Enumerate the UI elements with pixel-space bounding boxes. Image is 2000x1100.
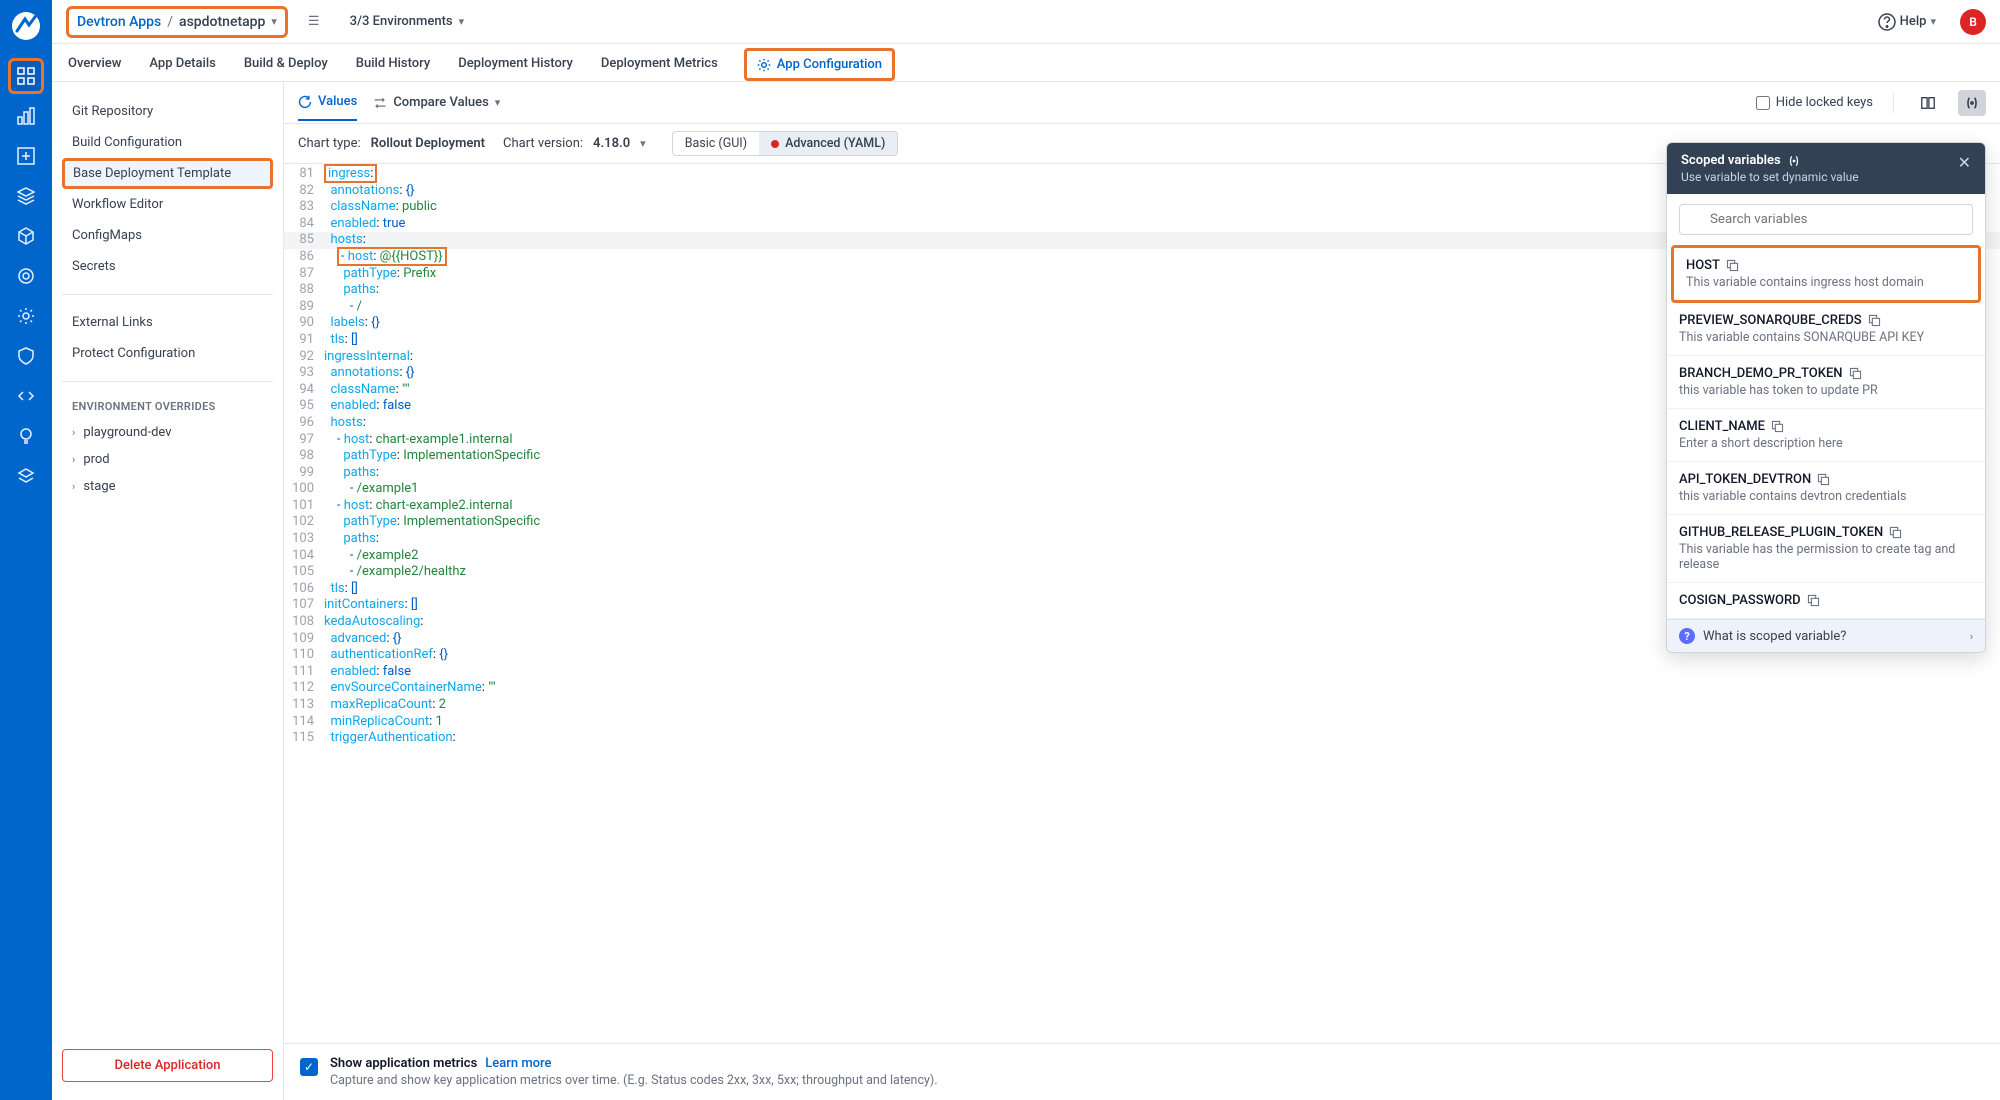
learn-more-link[interactable]: Learn more [485,1056,551,1071]
add-icon[interactable] [8,138,44,174]
tabbar: Overview App Details Build & Deploy Buil… [52,44,2000,82]
advanced-yaml-toggle[interactable]: Advanced (YAML) [759,132,897,155]
scoped-variables-panel: Scoped variables Use variable to set dyn… [1666,142,1986,653]
compare-icon [373,96,387,110]
global-sidebar [0,0,52,1100]
tab-deployment-metrics[interactable]: Deployment Metrics [599,46,720,81]
values-tab[interactable]: Values [298,84,357,121]
help-button[interactable]: Help ▾ [1878,13,1936,31]
chevron-down-icon: ▾ [459,15,465,28]
breadcrumb-app[interactable]: aspdotnetapp [179,14,265,30]
stack-icon[interactable] [8,178,44,214]
editor-pane: Values Compare Values ▾ Hide locked keys [284,82,2000,1100]
shield-icon[interactable] [8,338,44,374]
avatar[interactable]: B [1960,9,1986,35]
sidebar-item-external-links[interactable]: External Links [62,307,273,338]
code-icon[interactable] [8,378,44,414]
metrics-footer: ✓ Show application metrics Learn more Cap… [284,1043,2000,1100]
metrics-subtitle: Capture and show key application metrics… [330,1073,938,1088]
variable-item[interactable]: COSIGN_PASSWORD [1667,583,1985,619]
copy-icon[interactable] [1817,473,1830,486]
chevron-right-icon: › [72,480,75,493]
config-sidebar: Git Repository Build Configuration Base … [52,82,284,1100]
braces-icon [1787,154,1801,168]
metrics-checkbox[interactable]: ✓ [300,1058,318,1076]
variable-item[interactable]: HOSTThis variable contains ingress host … [1671,245,1981,303]
filter-icon[interactable]: ☰ [308,14,320,29]
sidebar-item-secrets[interactable]: Secrets [62,251,273,282]
tab-build-history[interactable]: Build History [354,46,432,81]
compare-values-tab[interactable]: Compare Values ▾ [373,85,500,120]
topbar: Devtron Apps / aspdotnetapp ▾ ☰ 3/3 Envi… [52,0,2000,44]
refresh-icon [298,95,312,109]
sidebar-item-configmaps[interactable]: ConfigMaps [62,220,273,251]
gear-icon[interactable] [8,298,44,334]
mode-toggle[interactable]: Basic (GUI) Advanced (YAML) [672,131,899,156]
chevron-down-icon[interactable]: ▾ [271,15,277,28]
devtron-logo[interactable] [6,6,46,46]
tab-overview[interactable]: Overview [66,46,123,81]
copy-icon[interactable] [1726,259,1739,272]
env-filter-label: 3/3 Environments [350,14,453,29]
panel-subtitle: Use variable to set dynamic value [1681,170,1958,184]
chevron-right-icon: › [72,453,75,466]
hide-locked-keys-checkbox[interactable]: Hide locked keys [1756,95,1873,110]
chart-icon[interactable] [8,98,44,134]
variable-item[interactable]: BRANCH_DEMO_PR_TOKENthis variable has to… [1667,356,1985,409]
question-icon: ? [1679,628,1695,644]
breadcrumb[interactable]: Devtron Apps / aspdotnetapp ▾ [66,6,288,38]
search-variables-input[interactable] [1679,204,1973,235]
env-item[interactable]: ›prod [62,446,273,473]
basic-gui-toggle[interactable]: Basic (GUI) [673,132,759,155]
variable-item[interactable]: CLIENT_NAMEEnter a short description her… [1667,409,1985,462]
delete-app-button[interactable]: Delete Application [62,1049,273,1082]
tab-build-deploy[interactable]: Build & Deploy [242,46,330,81]
copy-icon[interactable] [1807,594,1820,607]
variables-toggle-icon[interactable] [1958,90,1986,116]
chevron-right-icon: › [72,426,75,439]
apps-icon[interactable] [8,58,44,94]
chart-version-value[interactable]: 4.18.0 [593,136,630,151]
copy-icon[interactable] [1771,420,1784,433]
variable-item[interactable]: GITHUB_RELEASE_PLUGIN_TOKENThis variable… [1667,515,1985,583]
variable-item[interactable]: API_TOKEN_DEVTRONthis variable contains … [1667,462,1985,515]
sidebar-item-base-deployment[interactable]: Base Deployment Template [62,158,273,189]
tab-app-details[interactable]: App Details [147,46,217,81]
gear-icon [757,58,771,72]
sidebar-item-workflow[interactable]: Workflow Editor [62,189,273,220]
target-icon[interactable] [8,258,44,294]
panel-footer-help[interactable]: ? What is scoped variable? › [1667,619,1985,652]
chart-type-value: Rollout Deployment [371,136,485,151]
sidebar-item-protect-config[interactable]: Protect Configuration [62,338,273,369]
panel-title: Scoped variables [1681,153,1781,168]
close-icon[interactable]: ✕ [1958,153,1971,172]
tab-app-configuration[interactable]: App Configuration [744,48,895,81]
env-item[interactable]: ›playground-dev [62,419,273,446]
cube-icon[interactable] [8,218,44,254]
env-filter[interactable]: 3/3 Environments ▾ [350,14,465,29]
tab-deployment-history[interactable]: Deployment History [456,46,575,81]
warning-dot-icon [771,140,779,148]
breadcrumb-root[interactable]: Devtron Apps [77,14,161,30]
copy-icon[interactable] [1868,314,1881,327]
sidebar-item-build-config[interactable]: Build Configuration [62,127,273,158]
bulb-icon[interactable] [8,418,44,454]
env-item[interactable]: ›stage [62,473,273,500]
copy-icon[interactable] [1849,367,1862,380]
chevron-down-icon[interactable]: ▾ [640,137,646,150]
layers-icon[interactable] [8,458,44,494]
variable-item[interactable]: PREVIEW_SONARQUBE_CREDSThis variable con… [1667,303,1985,356]
editor-toolbar: Values Compare Values ▾ Hide locked keys [284,82,2000,124]
sidebar-item-git[interactable]: Git Repository [62,96,273,127]
copy-icon[interactable] [1889,526,1902,539]
metrics-title: Show application metrics [330,1056,477,1071]
readme-icon[interactable] [1914,90,1942,116]
overrides-heading: ENVIRONMENT OVERRIDES [62,394,273,419]
